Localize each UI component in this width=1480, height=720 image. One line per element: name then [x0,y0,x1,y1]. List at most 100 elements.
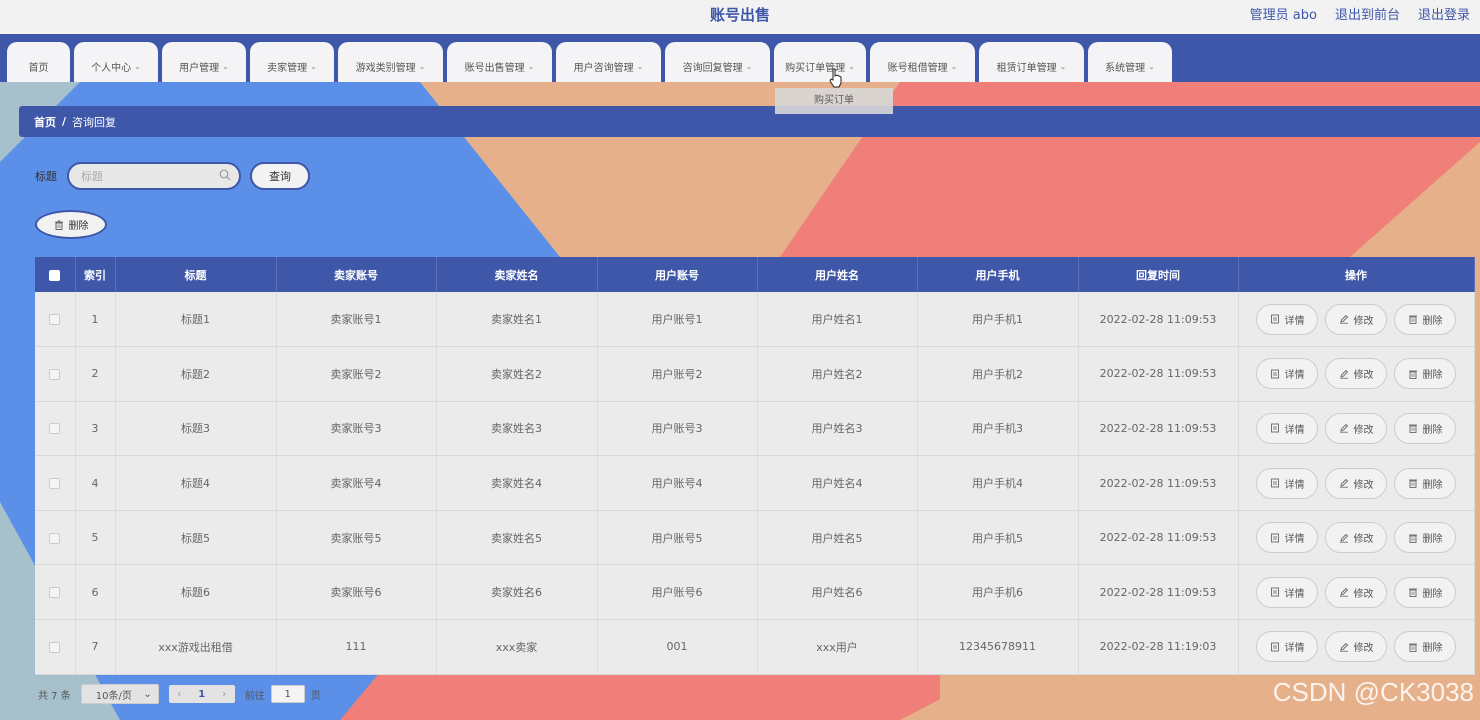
goto-page-input[interactable] [270,685,305,703]
cell-user-account: 用户账号2 [597,346,758,402]
edit-button[interactable]: 修改 [1325,522,1387,554]
cell-reply-time: 2022-02-28 11:09:53 [1078,346,1239,402]
delete-button[interactable]: 删除 [1394,467,1456,499]
chevron-down-icon: ⌄ [222,61,229,71]
detail-label: 详情 [1284,370,1305,382]
nav-tab-11[interactable]: 系统管理 ⌄ [1088,42,1172,82]
pencil-icon [1339,642,1348,652]
row-checkbox[interactable] [49,314,61,326]
cell-actions: 详情 修改 删除 [1238,401,1475,457]
row-checkbox[interactable] [49,587,61,599]
nav-tab-0[interactable]: 首页 [7,42,70,82]
admin-user-link[interactable]: 管理员 abo [1250,4,1317,23]
chevron-down-icon: ⌄ [950,61,958,71]
cell-user-name: 用户姓名5 [757,510,918,566]
edit-button[interactable]: 修改 [1325,303,1387,335]
edit-label: 修改 [1353,479,1374,491]
nav-tab-10[interactable]: 租赁订单管理 ⌄ [979,42,1084,82]
nav-tab-5[interactable]: 账号出售管理 ⌄ [447,42,552,82]
row-checkbox[interactable] [49,532,61,544]
column-header-seller-name: 卖家姓名 [436,257,598,292]
detail-button[interactable]: 详情 [1256,412,1318,444]
edit-button[interactable]: 修改 [1325,358,1387,390]
detail-label: 详情 [1284,424,1305,436]
edit-label: 修改 [1353,588,1374,600]
detail-button[interactable]: 详情 [1256,576,1318,608]
watermark: CSDN @CK3038 [1272,677,1474,707]
row-checkbox[interactable] [49,423,61,435]
detail-button[interactable]: 详情 [1256,303,1318,335]
chevron-down-icon: ⌄ [134,61,141,71]
chevron-down-icon: ⌄ [745,61,753,71]
dropdown-menu-item[interactable]: 购买订单 [775,88,893,114]
row-actions: 详情 修改 删除 [1239,358,1474,390]
row-checkbox[interactable] [49,641,61,653]
nav-tab-9[interactable]: 账号租借管理 ⌄ [870,42,975,82]
cell-user-phone: 用户手机3 [917,401,1079,457]
select-all-checkbox[interactable] [49,269,61,281]
delete-button[interactable]: 删除 [1394,412,1456,444]
delete-button[interactable]: 删除 [1394,631,1456,663]
nav-tab-label: 游戏类别管理 [355,62,416,74]
delete-button[interactable]: 删除 [1394,303,1456,335]
current-page[interactable]: 1 [198,689,205,700]
nav-tab-3[interactable]: 卖家管理 ⌄ [250,42,334,82]
prev-page-button[interactable]: ‹ [177,689,181,700]
nav-tab-1[interactable]: 个人中心 ⌄ [74,42,158,82]
batch-delete-button[interactable]: 删除 [35,210,107,239]
edit-label: 修改 [1353,643,1374,655]
cell-user-name: 用户姓名2 [757,346,918,402]
query-button[interactable]: 查询 [250,162,310,190]
detail-button[interactable]: 详情 [1256,358,1318,390]
total-count: 共 7 条 [38,690,71,702]
row-checkbox[interactable] [49,478,61,490]
breadcrumb: 首页 / 咨询回复 [19,106,1480,137]
edit-button[interactable]: 修改 [1325,576,1387,608]
cell-index: 6 [75,564,116,621]
cell-user-account: 用户账号4 [597,455,758,511]
cell-user-phone: 12345678911 [917,619,1079,675]
delete-button[interactable]: 删除 [1394,522,1456,554]
row-actions: 详情 修改 删除 [1239,522,1474,554]
cell-seller-name: 卖家姓名6 [436,564,598,621]
edit-button[interactable]: 修改 [1325,412,1387,444]
cell-user-account: 用户账号1 [597,292,758,348]
cell-actions: 详情 修改 删除 [1238,564,1475,621]
cell-title: 标题5 [115,510,277,566]
nav-tab-6[interactable]: 用户咨询管理 ⌄ [556,42,661,82]
detail-button[interactable]: 详情 [1256,522,1318,554]
delete-button[interactable]: 删除 [1394,576,1456,608]
edit-button[interactable]: 修改 [1325,631,1387,663]
nav-tab-8[interactable]: 购买订单管理 ⌄ [774,42,866,82]
column-header-user-phone: 用户手机 [917,257,1079,292]
detail-button[interactable]: 详情 [1256,631,1318,663]
row-checkbox[interactable] [49,368,61,380]
pencil-icon [1339,588,1348,597]
chevron-down-icon: ⌄ [143,688,152,700]
delete-button[interactable]: 删除 [1394,358,1456,390]
row-actions: 详情 修改 删除 [1239,467,1474,499]
cell-user-phone: 用户手机5 [917,510,1079,566]
breadcrumb-home[interactable]: 首页 [34,114,56,130]
table-row: 1 标题1 卖家账号1 卖家姓名1 用户账号1 用户姓名1 用户手机1 2022-02-28 … [35,292,1475,348]
detail-button[interactable]: 详情 [1256,467,1318,499]
table-row: 5 标题5 卖家账号5 卖家姓名5 用户账号5 用户姓名5 用户手机5 2022-02-28 … [35,510,1475,566]
pencil-icon [1339,478,1348,488]
page-size-select[interactable]: 10条/页 ⌄ [80,684,159,704]
exit-to-frontend-link[interactable]: 退出到前台 [1335,4,1400,23]
next-page-button[interactable]: › [222,689,226,700]
table-row: 4 标题4 卖家账号4 卖家姓名4 用户账号4 用户姓名4 用户手机4 2022-02-28 … [35,455,1475,511]
search-input[interactable] [69,164,209,188]
document-icon [1270,424,1279,433]
cell-actions: 详情 修改 删除 [1238,346,1475,402]
nav-tab-4[interactable]: 游戏类别管理 ⌄ [338,42,443,82]
cell-seller-account: 卖家账号6 [276,564,437,621]
nav-tab-7[interactable]: 咨询回复管理 ⌄ [665,42,770,82]
edit-button[interactable]: 修改 [1325,467,1387,499]
main-nav: 首页 个人中心 ⌄ 用户管理 ⌄ 卖家管理 ⌄ 游戏类别管理 ⌄ 账号出售管理 ⌄ 用户咨询管理 ⌄ 咨询… [0,34,1480,82]
cell-reply-time: 2022-02-28 11:09:53 [1078,401,1239,457]
cell-seller-account: 111 [276,619,437,675]
cell-seller-account: 卖家账号1 [276,292,437,348]
logout-link[interactable]: 退出登录 [1418,4,1470,23]
nav-tab-2[interactable]: 用户管理 ⌄ [162,42,246,82]
